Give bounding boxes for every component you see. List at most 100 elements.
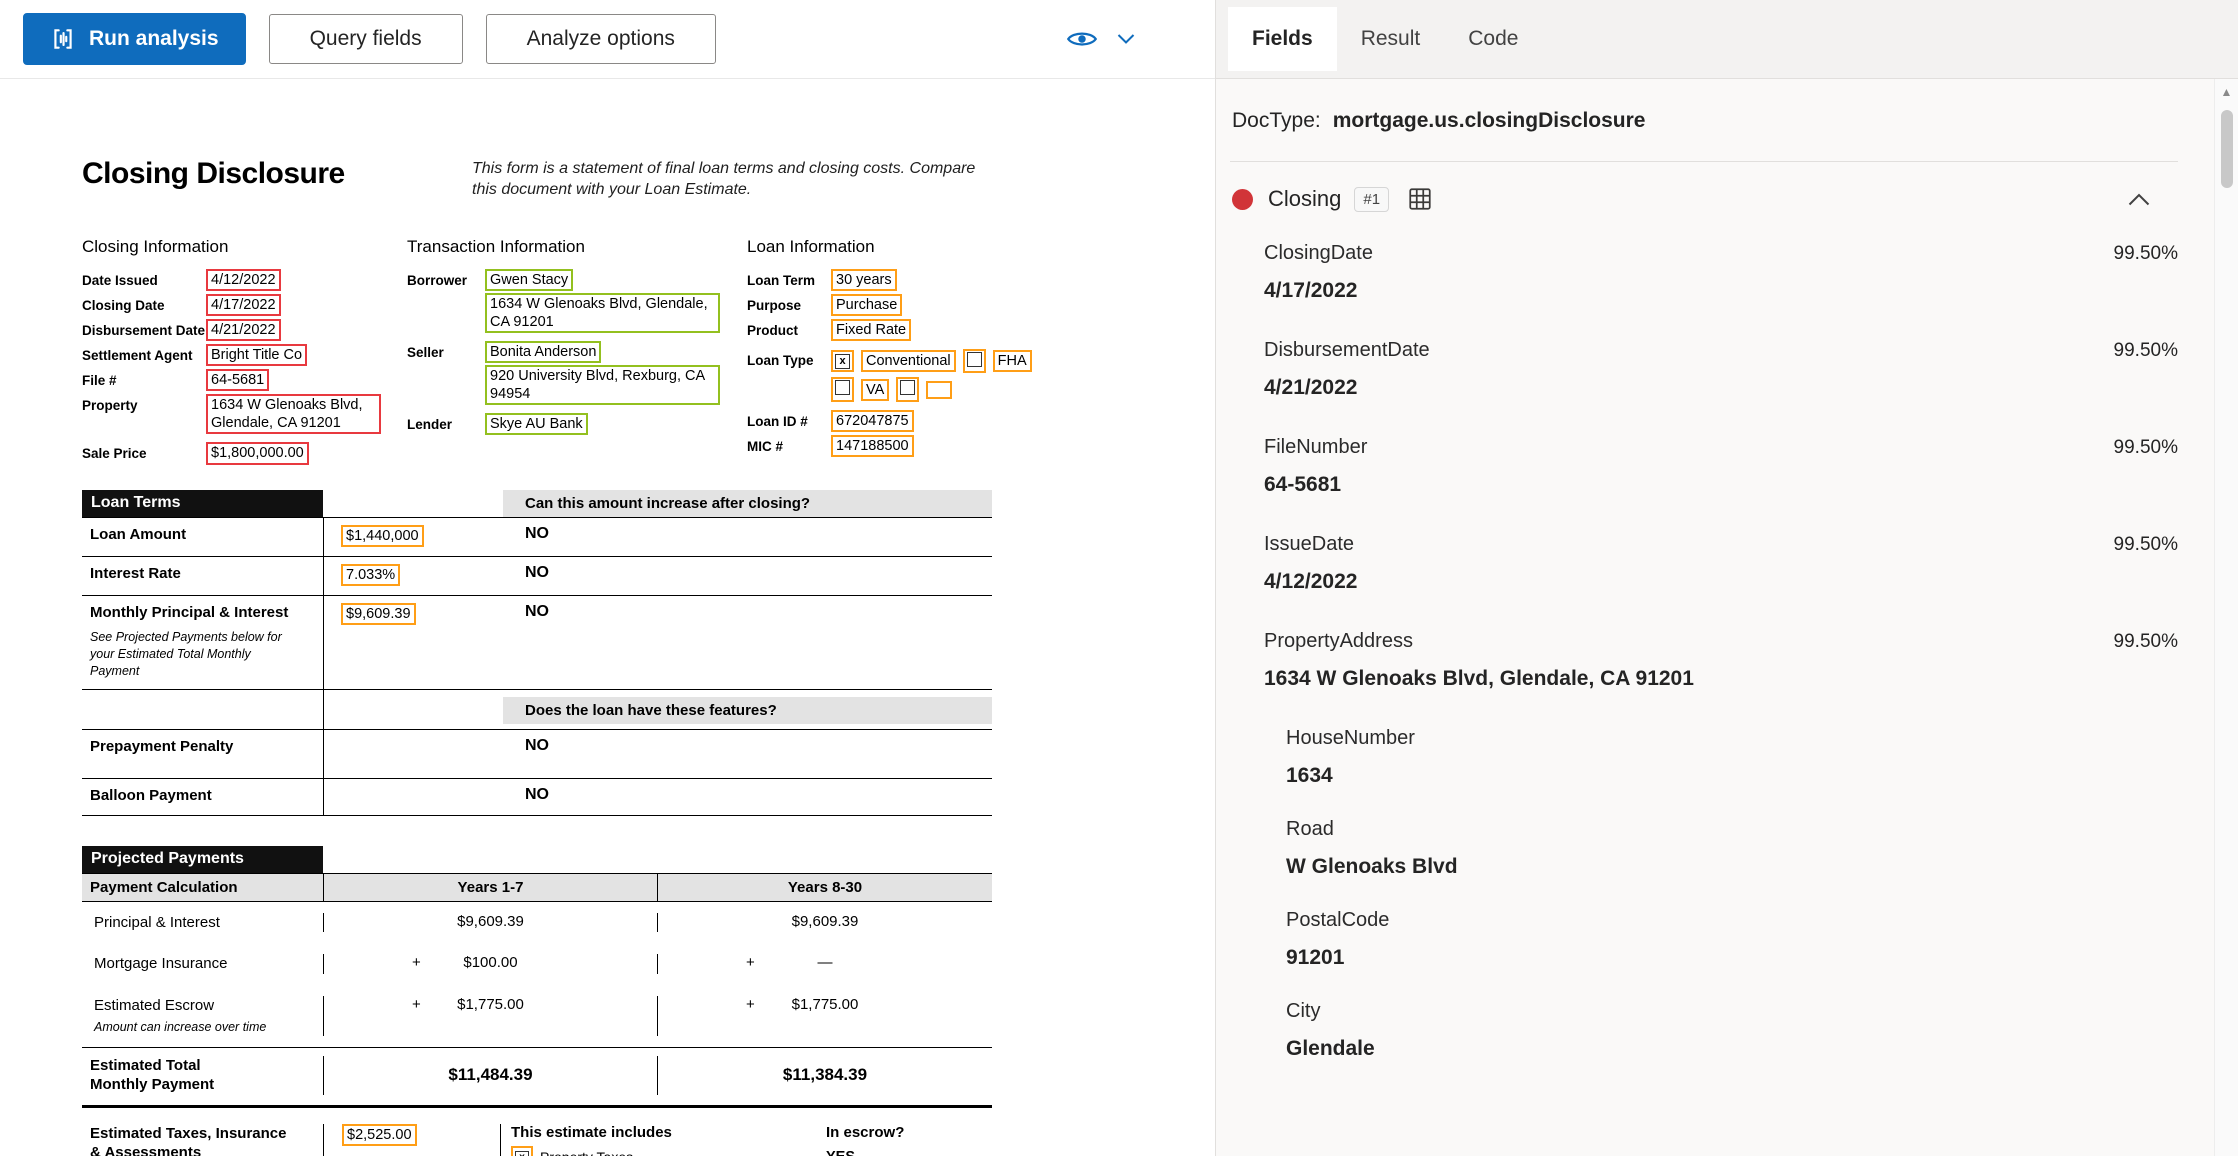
- highlight-box-red[interactable]: 4/17/2022: [206, 293, 281, 316]
- group-count-badge: #1: [1354, 186, 1390, 212]
- highlight-box-orange[interactable]: $1,440,000: [341, 524, 424, 547]
- loan-terms-row: Loan Amount $1,440,000 NO: [82, 516, 992, 556]
- scroll-up-arrow-icon[interactable]: ▲: [2221, 86, 2233, 98]
- field-label: PostalCode: [1286, 909, 1390, 931]
- loan-terms-row: Balloon Payment NO: [82, 778, 992, 816]
- highlight-box-red[interactable]: 4/12/2022: [206, 268, 281, 291]
- highlight-box-red[interactable]: 1634 W Glenoaks Blvd, Glendale, CA 91201: [206, 394, 381, 435]
- highlight-box-orange[interactable]: Conventional: [861, 350, 956, 373]
- document-viewer[interactable]: Closing Disclosure This form is a statem…: [0, 79, 1215, 1156]
- highlight-box-orange[interactable]: $2,525.00: [342, 1123, 417, 1146]
- checkbox-property-taxes[interactable]: x: [511, 1145, 533, 1156]
- checkbox-fha[interactable]: [962, 348, 986, 374]
- highlight-box-green[interactable]: Gwen Stacy: [485, 268, 574, 291]
- field-label: IssueDate: [1264, 533, 1355, 555]
- field-row[interactable]: DisbursementDate 99.50% 4/21/2022: [1264, 339, 2178, 400]
- field-value: Glendale: [1286, 1037, 1375, 1060]
- run-analysis-button[interactable]: Run analysis: [23, 13, 246, 65]
- eye-icon[interactable]: [1067, 28, 1097, 50]
- highlight-box-red[interactable]: $1,800,000.00: [206, 442, 309, 465]
- doc-field-label: Purpose: [747, 297, 802, 313]
- doc-field-label: Lender: [407, 417, 453, 433]
- chevron-down-icon[interactable]: [1117, 33, 1135, 45]
- doc-field-label: Product: [747, 322, 799, 338]
- field-label: PropertyAddress: [1264, 630, 1413, 652]
- loan-terms-features-band: Does the loan have these features?: [82, 688, 992, 729]
- highlight-box-orange[interactable]: 147188500: [831, 435, 914, 458]
- answer-text: NO: [525, 563, 549, 581]
- highlight-box-red[interactable]: 4/21/2022: [206, 318, 281, 341]
- checkbox-other[interactable]: [896, 377, 920, 402]
- field-label: Road: [1286, 818, 1334, 840]
- highlight-box-red[interactable]: 64-5681: [206, 369, 270, 392]
- field-row[interactable]: PropertyAddress 99.50% 1634 W Glenoaks Bl…: [1264, 630, 2178, 691]
- field-confidence: 99.50%: [2113, 243, 2178, 264]
- scrollbar-thumb[interactable]: [2220, 110, 2233, 188]
- doc-field-label: Settlement Agent: [82, 347, 193, 363]
- projected-payments-table: Projected Payments Payment Calculation Y…: [82, 845, 992, 1156]
- highlight-box-red[interactable]: Bright Title Co: [206, 343, 308, 367]
- loan-terms-row: Prepayment Penalty NO: [82, 728, 992, 779]
- highlight-box-orange[interactable]: VA: [861, 378, 890, 401]
- answer-text: NO: [525, 786, 549, 804]
- analyze-options-button[interactable]: Analyze options: [485, 14, 716, 64]
- doc-note: See Projected Payments below for your Es…: [90, 630, 282, 679]
- panel-scrollbar[interactable]: ▲: [2214, 79, 2238, 1156]
- doc-field-label: Loan Type: [747, 352, 814, 368]
- field-confidence: 99.50%: [2113, 534, 2178, 555]
- highlight-box-orange[interactable]: Purchase: [831, 293, 903, 316]
- tab-result[interactable]: Result: [1337, 7, 1445, 71]
- field-row[interactable]: IssueDate 99.50% 4/12/2022: [1264, 533, 2178, 594]
- highlight-box-orange[interactable]: 672047875: [831, 409, 914, 433]
- query-fields-button[interactable]: Query fields: [268, 14, 463, 64]
- projected-payments-column-headers: Payment Calculation Years 1-7 Years 8-30: [82, 872, 992, 902]
- field-row[interactable]: City Glendale: [1286, 1000, 2178, 1061]
- checkbox-va[interactable]: [831, 377, 854, 402]
- field-row[interactable]: FileNumber 99.50% 64-5681: [1264, 436, 2178, 497]
- field-row[interactable]: ClosingDate 99.50% 4/17/2022: [1264, 242, 2178, 303]
- highlight-box-orange[interactable]: 30 years: [831, 268, 897, 291]
- table-icon[interactable]: [1407, 186, 1433, 212]
- answer-text: NO: [525, 524, 549, 542]
- tab-code[interactable]: Code: [1444, 7, 1542, 71]
- highlight-box-orange-blank[interactable]: [926, 380, 953, 399]
- highlight-box-green[interactable]: Bonita Anderson: [485, 340, 602, 364]
- answer-text: NO: [525, 736, 549, 754]
- doc-field-label: Borrower: [407, 272, 468, 288]
- fields-list: ClosingDate 99.50% 4/17/2022 Disbursement…: [1230, 238, 2178, 1061]
- highlight-box-orange[interactable]: Fixed Rate: [831, 318, 912, 341]
- field-confidence: 99.50%: [2113, 437, 2178, 458]
- run-analysis-icon: [50, 26, 76, 52]
- panel-tab-strip: Fields Result Code: [1216, 0, 2238, 79]
- section-title: Transaction Information: [407, 236, 585, 256]
- tab-fields[interactable]: Fields: [1228, 7, 1337, 71]
- field-row[interactable]: Road W Glenoaks Blvd: [1286, 818, 2178, 879]
- highlight-box-green[interactable]: Skye AU Bank: [485, 413, 588, 436]
- highlight-box-orange[interactable]: 7.033%: [341, 563, 401, 586]
- field-row[interactable]: HouseNumber 1634: [1286, 727, 2178, 788]
- highlight-box-orange[interactable]: $9,609.39: [341, 602, 416, 625]
- doctype-row: DocType: mortgage.us.closingDisclosure: [1230, 79, 2178, 162]
- field-value: 1634: [1286, 764, 1333, 787]
- chevron-up-icon[interactable]: [2128, 193, 2150, 206]
- answer-text: NO: [525, 602, 549, 620]
- doc-field-label: MIC #: [747, 439, 784, 455]
- field-label: ClosingDate: [1264, 242, 1373, 264]
- section-title: Loan Information: [747, 236, 875, 256]
- highlight-box-green[interactable]: 1634 W Glenoaks Blvd, Glendale, CA 91201: [485, 292, 720, 333]
- highlight-box-green[interactable]: 920 University Blvd, Rexburg, CA 94954: [485, 365, 720, 406]
- field-confidence: 99.50%: [2113, 340, 2178, 361]
- closing-group-row[interactable]: Closing #1: [1230, 162, 2178, 238]
- checkbox-conventional[interactable]: x: [831, 350, 854, 373]
- doc-header: Closing Disclosure This form is a statem…: [82, 157, 992, 201]
- doc-note: Amount can increase over time: [94, 1020, 267, 1035]
- estimated-taxes-row: Estimated Taxes, Insurance & Assessments…: [82, 1108, 992, 1156]
- document-pane: Run analysis Query fields Analyze option…: [0, 0, 1215, 1156]
- field-row[interactable]: PostalCode 91201: [1286, 909, 2178, 970]
- highlight-box-orange[interactable]: FHA: [992, 350, 1032, 373]
- loan-terms-question: Can this amount increase after closing?: [503, 489, 992, 517]
- doc-field-label: Date Issued: [82, 272, 158, 288]
- loan-terms-table: Loan Terms Can this amount increase afte…: [82, 489, 992, 816]
- projected-payments-row: Principal & Interest $9,609.39 $9,609.39: [82, 902, 992, 944]
- doc-field-label: File #: [82, 373, 117, 389]
